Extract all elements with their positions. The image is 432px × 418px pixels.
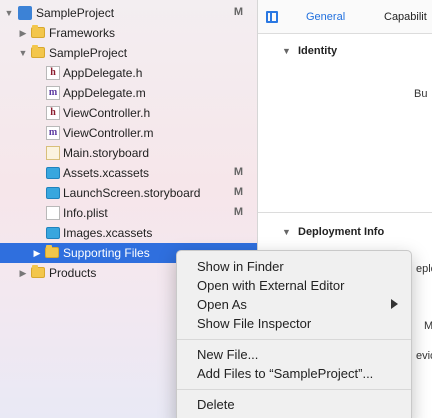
folder-icon bbox=[31, 25, 45, 38]
navigator-item-label: LaunchScreen.storyboard bbox=[63, 186, 201, 200]
navigator-item-label: Images.xcassets bbox=[63, 226, 153, 240]
plist-file-icon bbox=[46, 206, 60, 220]
asset-catalog-icon bbox=[46, 167, 60, 179]
editor-tab-bar: General Capabilit bbox=[258, 0, 432, 34]
menu-item-new-file[interactable]: New File... bbox=[177, 345, 411, 364]
modified-badge: M bbox=[233, 206, 243, 218]
folder-icon bbox=[45, 245, 59, 258]
launch-screen-icon bbox=[46, 187, 60, 199]
navigator-item-label: ViewController.m bbox=[63, 126, 154, 140]
menu-item-add-files[interactable]: Add Files to “SampleProject”... bbox=[177, 364, 411, 383]
header-file-icon: h bbox=[46, 106, 60, 120]
navigator-item-label: SampleProject bbox=[36, 6, 115, 20]
navigator-item-label: Supporting Files bbox=[63, 246, 150, 260]
section-title: Deployment Info bbox=[298, 226, 385, 238]
disclosure-closed-icon[interactable]: ▶ bbox=[18, 28, 28, 38]
section-disclosure-icon[interactable]: ▼ bbox=[282, 46, 291, 56]
asset-catalog-icon bbox=[46, 227, 60, 239]
menu-item-label: Add Files to “SampleProject”... bbox=[197, 366, 374, 381]
navigator-item-label: Main.storyboard bbox=[63, 146, 150, 160]
deployment-section-header[interactable]: ▼ Deployment Info bbox=[258, 221, 432, 243]
navigator-item-label: Products bbox=[49, 266, 97, 280]
section-divider bbox=[258, 212, 432, 213]
navigator-item-label: AppDelegate.h bbox=[63, 66, 143, 80]
modified-badge: M bbox=[233, 166, 243, 178]
submenu-arrow-icon bbox=[391, 299, 398, 309]
identity-section-header[interactable]: ▼ Identity bbox=[258, 40, 432, 62]
navigator-item-label: Info.plist bbox=[63, 206, 108, 220]
navigator-item-label: ViewController.h bbox=[63, 106, 151, 120]
disclosure-open-icon[interactable]: ▼ bbox=[18, 48, 28, 58]
menu-item-label: Open As bbox=[197, 297, 247, 312]
field-label-fragment: eplo bbox=[416, 263, 432, 275]
menu-item-label: Show in Finder bbox=[197, 259, 284, 274]
disclosure-open-icon[interactable]: ▼ bbox=[4, 8, 14, 18]
section-title: Identity bbox=[298, 45, 338, 57]
navigator-row-file[interactable]: h ViewController.h bbox=[0, 103, 257, 123]
menu-item-label: New File... bbox=[197, 347, 259, 362]
navigator-row-project[interactable]: ▼ SampleProject M bbox=[0, 3, 257, 23]
implementation-file-icon: m bbox=[46, 86, 60, 100]
navigator-row-file[interactable]: Assets.xcassets M bbox=[0, 163, 257, 183]
menu-item-show-in-finder[interactable]: Show in Finder bbox=[177, 257, 411, 276]
navigator-item-label: Assets.xcassets bbox=[63, 166, 150, 180]
menu-item-delete[interactable]: Delete bbox=[177, 395, 411, 414]
navigator-item-label: SampleProject bbox=[49, 46, 128, 60]
menu-separator bbox=[177, 339, 411, 340]
xcode-project-icon bbox=[18, 6, 32, 20]
section-disclosure-icon[interactable]: ▼ bbox=[282, 227, 291, 237]
tab-capabilities[interactable]: Capabilit bbox=[384, 11, 427, 23]
navigator-row-file[interactable]: Info.plist M bbox=[0, 203, 257, 223]
field-label-fragment: Bu bbox=[414, 88, 428, 100]
modified-badge: M bbox=[233, 186, 243, 198]
navigator-row-file[interactable]: Images.xcassets bbox=[0, 223, 257, 243]
menu-separator bbox=[177, 389, 411, 390]
navigator-row-frameworks[interactable]: ▶ Frameworks bbox=[0, 23, 257, 43]
field-label-fragment: evic bbox=[416, 350, 432, 362]
menu-item-label: Delete bbox=[197, 397, 235, 412]
navigator-row-file[interactable]: LaunchScreen.storyboard M bbox=[0, 183, 257, 203]
navigator-row-file[interactable]: m ViewController.m bbox=[0, 123, 257, 143]
disclosure-closed-icon[interactable]: ▶ bbox=[18, 268, 28, 278]
folder-icon bbox=[31, 45, 45, 58]
menu-item-show-file-inspector[interactable]: Show File Inspector bbox=[177, 314, 411, 333]
header-file-icon: h bbox=[46, 66, 60, 80]
menu-item-label: Open with External Editor bbox=[197, 278, 345, 293]
menu-item-open-as[interactable]: Open As bbox=[177, 295, 411, 314]
target-sidebar-toggle-icon[interactable] bbox=[266, 11, 278, 23]
modified-badge: M bbox=[233, 6, 243, 18]
navigator-row-group[interactable]: ▼ SampleProject bbox=[0, 43, 257, 63]
disclosure-closed-icon[interactable]: ▶ bbox=[32, 248, 42, 258]
implementation-file-icon: m bbox=[46, 126, 60, 140]
navigator-row-file[interactable]: h AppDelegate.h bbox=[0, 63, 257, 83]
folder-icon bbox=[31, 265, 45, 278]
navigator-row-file[interactable]: Main.storyboard bbox=[0, 143, 257, 163]
context-menu: Show in Finder Open with External Editor… bbox=[176, 250, 412, 418]
menu-item-open-external-editor[interactable]: Open with External Editor bbox=[177, 276, 411, 295]
navigator-item-label: Frameworks bbox=[49, 26, 116, 40]
tab-general[interactable]: General bbox=[306, 11, 345, 23]
navigator-row-file[interactable]: m AppDelegate.m bbox=[0, 83, 257, 103]
navigator-item-label: AppDelegate.m bbox=[63, 86, 146, 100]
storyboard-icon bbox=[46, 146, 60, 160]
menu-item-label: Show File Inspector bbox=[197, 316, 312, 331]
field-label-fragment: M bbox=[424, 320, 432, 332]
